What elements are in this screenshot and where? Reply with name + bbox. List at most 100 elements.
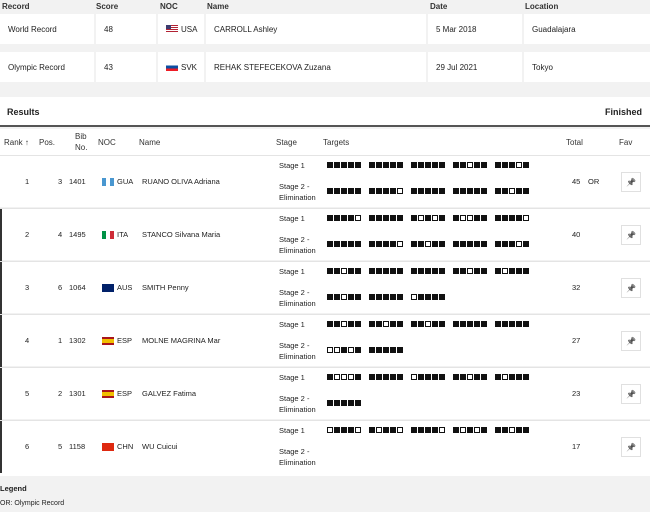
target-series (453, 268, 487, 274)
pin-icon: 📌 (626, 177, 636, 187)
cell-bib: 1401 (69, 177, 86, 186)
row-accent (0, 421, 2, 473)
target-hit (418, 427, 424, 433)
target-miss (418, 215, 424, 221)
target-hit (509, 374, 515, 380)
target-series (369, 188, 403, 194)
target-hit (411, 215, 417, 221)
target-hit (334, 162, 340, 168)
row-accent (0, 209, 2, 261)
target-miss (467, 162, 473, 168)
target-miss (355, 215, 361, 221)
target-series (411, 215, 445, 221)
target-series (495, 427, 529, 433)
target-hit (516, 374, 522, 380)
favorite-pin-button[interactable]: 📌 (621, 172, 641, 192)
target-hit (523, 188, 529, 194)
target-hit (390, 347, 396, 353)
results-header: Results Finished (0, 97, 650, 127)
target-miss (502, 268, 508, 274)
target-hit (390, 241, 396, 247)
target-hit (439, 294, 445, 300)
target-series (327, 347, 361, 353)
target-hit (327, 294, 333, 300)
target-hit (495, 427, 501, 433)
target-hit (355, 268, 361, 274)
target-hit (502, 241, 508, 247)
favorite-pin-button[interactable]: 📌 (621, 437, 641, 457)
target-series (411, 321, 445, 327)
favorite-pin-button[interactable]: 📌 (621, 278, 641, 298)
favorite-pin-button[interactable]: 📌 (621, 331, 641, 351)
cell-pos: 5 (58, 442, 63, 451)
target-series (495, 268, 529, 274)
target-hit (341, 400, 347, 406)
stage-2-label: Stage 2 - (279, 341, 310, 350)
target-hit (341, 188, 347, 194)
target-miss (474, 427, 480, 433)
target-hit (411, 321, 417, 327)
record-row-olympic: Olympic Record 43 SVK REHAK STEFECEKOVA … (0, 52, 650, 82)
target-hit (523, 162, 529, 168)
cell-rank: 1 (25, 177, 30, 186)
target-hit (467, 321, 473, 327)
col-rank-sort[interactable]: Rank ↑ (4, 138, 29, 147)
target-hit (467, 427, 473, 433)
target-hit (425, 188, 431, 194)
targets-stage-2 (327, 347, 403, 353)
target-series (453, 321, 487, 327)
col-bib-no: No. (75, 143, 88, 152)
cell-rank: 5 (25, 389, 30, 398)
target-hit (495, 268, 501, 274)
target-hit (376, 215, 382, 221)
target-series (411, 241, 445, 247)
cell-name: GALVEZ Fatima (142, 389, 197, 398)
stage-2-label: Stage 2 - (279, 288, 310, 297)
target-miss (460, 215, 466, 221)
flag-esp-icon (102, 336, 114, 345)
target-hit (481, 268, 487, 274)
target-miss (467, 215, 473, 221)
target-hit (453, 241, 459, 247)
favorite-pin-button[interactable]: 📌 (621, 384, 641, 404)
target-series (495, 321, 529, 327)
target-hit (502, 427, 508, 433)
target-hit (390, 294, 396, 300)
target-hit (369, 241, 375, 247)
target-hit (495, 374, 501, 380)
target-miss (425, 241, 431, 247)
target-hit (481, 427, 487, 433)
stage-2-elim-label: Elimination (279, 246, 316, 255)
target-hit (355, 188, 361, 194)
target-hit (418, 321, 424, 327)
target-hit (327, 215, 333, 221)
target-hit (418, 374, 424, 380)
cell-rank: 3 (25, 283, 30, 292)
record-name: REHAK STEFECEKOVA Zuzana (206, 52, 426, 82)
target-miss (327, 347, 333, 353)
cell-noc: ESP (102, 389, 132, 398)
target-hit (376, 294, 382, 300)
target-hit (334, 400, 340, 406)
cell-bib: 1301 (69, 389, 86, 398)
target-hit (348, 400, 354, 406)
results-status: Finished (604, 107, 642, 117)
target-hit (397, 215, 403, 221)
favorite-pin-button[interactable]: 📌 (621, 225, 641, 245)
target-series (369, 241, 403, 247)
cell-pos: 1 (58, 336, 63, 345)
record-score: 48 (96, 14, 156, 44)
stage-1-label: Stage 1 (279, 214, 305, 223)
cell-name: WU Cuicui (142, 442, 178, 451)
target-hit (383, 215, 389, 221)
cell-rank: 4 (25, 336, 30, 345)
target-series (453, 215, 487, 221)
cell-noc-code: ITA (117, 230, 129, 239)
target-hit (460, 188, 466, 194)
target-series (453, 241, 487, 247)
record-type: Olympic Record (0, 52, 94, 82)
target-series (327, 188, 361, 194)
col-date: Date (430, 2, 448, 11)
record-noc: USA (158, 14, 204, 44)
target-series (495, 374, 529, 380)
